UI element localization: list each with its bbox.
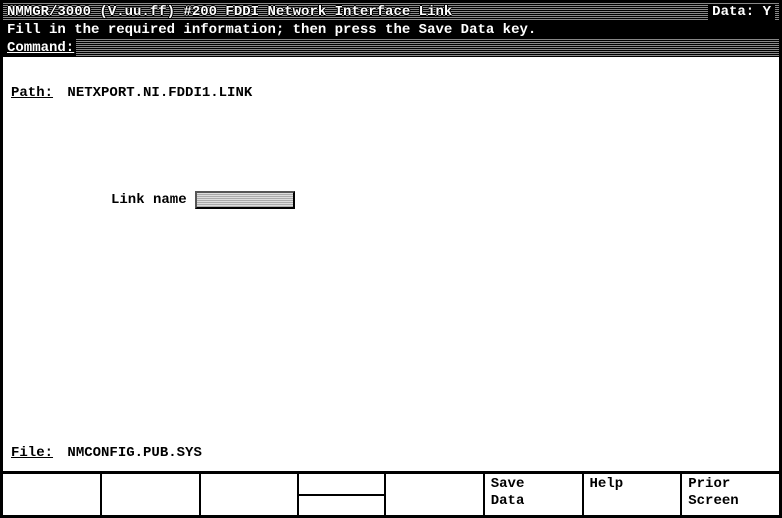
link-name-input[interactable]	[195, 191, 295, 209]
link-name-label: Link name	[111, 192, 187, 208]
data-value: Y	[763, 4, 771, 20]
fkey-label: Save	[491, 476, 576, 493]
path-value: NETXPORT.NI.FDDI1.LINK	[67, 85, 252, 101]
data-indicator: Data: Y	[708, 4, 775, 20]
file-label: File:	[11, 445, 53, 461]
fkey-4-bottom	[299, 496, 384, 516]
fkey-1[interactable]	[3, 474, 102, 515]
path-label: Path:	[11, 85, 53, 101]
command-input[interactable]	[76, 39, 779, 57]
fkey-label: Prior	[688, 476, 773, 493]
link-name-row: Link name	[111, 191, 771, 209]
fkey-4-top	[299, 474, 384, 496]
app-title: NMMGR/3000 (V.uu.ff) #200 FDDI Network I…	[7, 4, 452, 20]
fkey-4[interactable]	[299, 474, 386, 515]
fkey-save-data[interactable]: Save Data	[485, 474, 584, 515]
path-row: Path: NETXPORT.NI.FDDI1.LINK	[11, 85, 771, 101]
file-value: NMCONFIG.PUB.SYS	[67, 445, 201, 461]
command-label: Command:	[3, 39, 76, 57]
fkey-label: Help	[590, 476, 675, 493]
fkey-3[interactable]	[201, 474, 300, 515]
fkey-label: Screen	[688, 493, 773, 510]
instruction-text: Fill in the required information; then p…	[3, 21, 779, 39]
fkey-prior-screen[interactable]: Prior Screen	[682, 474, 779, 515]
main-area: Path: NETXPORT.NI.FDDI1.LINK Link name F…	[3, 57, 779, 467]
file-row: File: NMCONFIG.PUB.SYS	[11, 445, 202, 461]
title-bar: NMMGR/3000 (V.uu.ff) #200 FDDI Network I…	[3, 3, 779, 21]
data-label: Data:	[712, 4, 754, 20]
fkey-5[interactable]	[386, 474, 485, 515]
fkey-2[interactable]	[102, 474, 201, 515]
function-key-bar: Save Data Help Prior Screen	[3, 471, 779, 515]
fkey-help[interactable]: Help	[584, 474, 683, 515]
command-row: Command:	[3, 39, 779, 57]
fkey-label: Data	[491, 493, 576, 510]
